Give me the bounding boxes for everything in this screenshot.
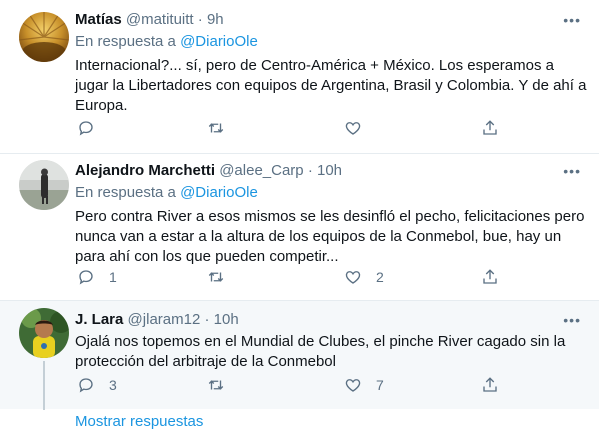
reply-to-link[interactable]: @DiarioOle	[180, 33, 258, 50]
avatar[interactable]	[19, 12, 69, 62]
reply-icon	[79, 270, 93, 285]
share-button[interactable]	[481, 268, 499, 286]
avatar[interactable]	[19, 160, 69, 210]
tweet[interactable]: Alejandro Marchetti @alee_Carp · 10h En …	[0, 153, 599, 300]
retweet-button[interactable]	[207, 268, 239, 286]
reply-button[interactable]: 3	[77, 376, 117, 394]
tweet-header: J. Lara @jlaram12 · 10h	[75, 310, 587, 330]
reply-to-link[interactable]: @DiarioOle	[180, 184, 258, 201]
timestamp[interactable]: 9h	[207, 11, 224, 28]
like-icon	[345, 122, 361, 135]
retweet-icon	[208, 380, 224, 390]
like-count: 2	[376, 269, 384, 285]
reply-prefix: En respuesta a	[75, 184, 176, 201]
separator: ·	[197, 11, 203, 28]
like-icon	[345, 271, 361, 284]
separator: ·	[307, 162, 313, 179]
author-handle[interactable]: @jlaram12	[128, 311, 201, 328]
tweet-header: Alejandro Marchetti @alee_Carp · 10h	[75, 161, 587, 181]
like-button[interactable]: 2	[344, 268, 384, 286]
share-icon	[483, 377, 497, 392]
like-count: 7	[376, 377, 384, 393]
retweet-icon	[208, 272, 224, 282]
more-icon[interactable]: •••	[563, 312, 581, 328]
avatar[interactable]	[19, 308, 69, 358]
show-more-replies-link[interactable]: Mostrar respuestas	[75, 412, 203, 432]
share-icon	[483, 120, 497, 135]
author-handle[interactable]: @alee_Carp	[219, 162, 303, 179]
reply-icon	[79, 378, 93, 393]
tweet-actions: 3 7	[0, 376, 599, 398]
reply-icon	[79, 121, 93, 136]
tweet-actions: 1 2	[0, 268, 599, 290]
tweet[interactable]: J. Lara @jlaram12 · 10h Ojalá nos topemo…	[0, 300, 599, 410]
share-button[interactable]	[481, 376, 499, 394]
reply-count: 1	[109, 269, 117, 285]
retweet-button[interactable]	[207, 376, 239, 394]
tweet-text: Ojalá nos topemos en el Mundial de Clube…	[75, 333, 566, 370]
tweet-text: Pero contra River a esos mismos se les d…	[75, 208, 585, 265]
tweet[interactable]: Matías @matituitt · 9h En respuesta a @D…	[0, 0, 599, 153]
reply-count: 3	[109, 377, 117, 393]
reply-context: En respuesta a @DiarioOle	[75, 32, 587, 52]
reply-button[interactable]: 1	[77, 268, 117, 286]
like-button[interactable]	[344, 119, 376, 137]
more-icon[interactable]: •••	[563, 163, 581, 179]
timestamp[interactable]: 10h	[317, 162, 342, 179]
retweet-icon	[208, 123, 224, 133]
timestamp[interactable]: 10h	[214, 311, 239, 328]
tweet-actions	[0, 119, 599, 141]
tweet-header: Matías @matituitt · 9h	[75, 10, 587, 30]
author-name[interactable]: Matías	[75, 11, 122, 28]
more-icon[interactable]: •••	[563, 12, 581, 28]
reply-button[interactable]	[77, 119, 109, 137]
reply-prefix: En respuesta a	[75, 33, 176, 50]
share-icon	[483, 269, 497, 284]
reply-context: En respuesta a @DiarioOle	[75, 183, 587, 203]
separator: ·	[204, 311, 210, 328]
author-handle[interactable]: @matituitt	[126, 11, 194, 28]
retweet-button[interactable]	[207, 119, 239, 137]
author-name[interactable]: J. Lara	[75, 311, 123, 328]
like-icon	[345, 379, 361, 392]
tweet-text: Internacional?... sí, pero de Centro-Amé…	[75, 57, 587, 114]
share-button[interactable]	[481, 119, 499, 137]
like-button[interactable]: 7	[344, 376, 384, 394]
author-name[interactable]: Alejandro Marchetti	[75, 162, 215, 179]
